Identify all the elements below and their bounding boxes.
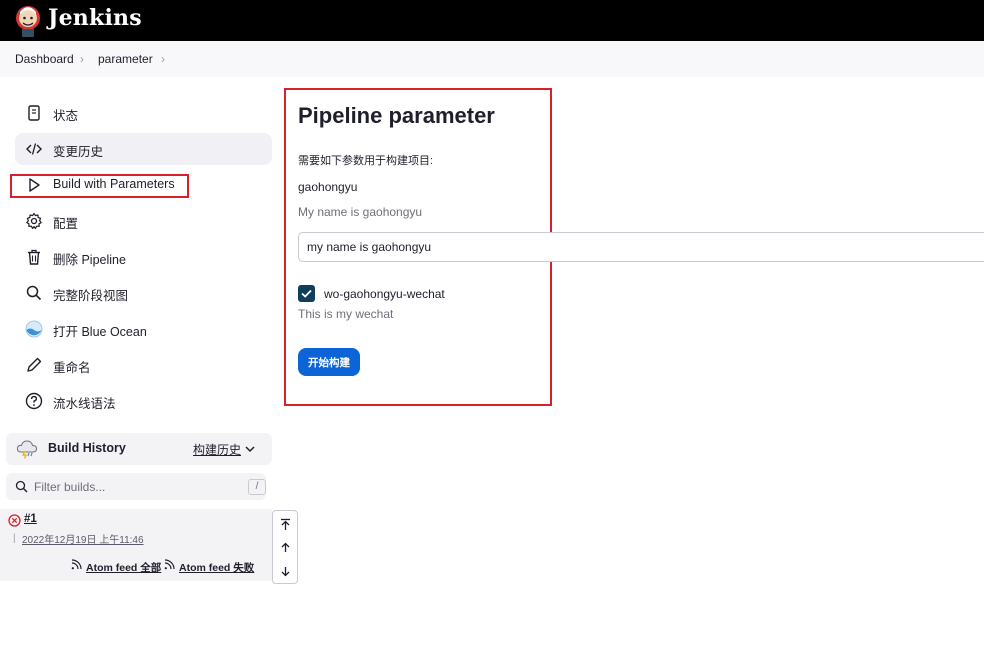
brand-name[interactable]: Jenkins — [48, 5, 142, 31]
sidebar-item-rename[interactable]: 重命名 — [15, 349, 272, 381]
trash-icon — [28, 249, 40, 265]
breadcrumb-parameter[interactable]: parameter — [98, 52, 153, 66]
filter-shortcut-key: / — [248, 479, 266, 495]
sidebar-item-label: 删除 Pipeline — [53, 253, 126, 267]
scroll-to-top-button[interactable] — [273, 512, 297, 536]
build-history-header: Build History 构建历史 — [6, 433, 272, 465]
build-history-link[interactable]: 构建历史 — [193, 441, 241, 458]
sidebar-item-configure[interactable]: 配置 — [15, 205, 272, 237]
jenkins-logo-icon[interactable] — [14, 3, 42, 37]
boolean-parameter-label[interactable]: wo-gaohongyu-wechat — [324, 287, 445, 301]
scroll-up-button[interactable] — [273, 535, 297, 559]
pencil-icon — [27, 357, 42, 372]
build-divider: | — [13, 533, 16, 544]
page-title: Pipeline parameter — [298, 103, 495, 128]
build-history-list: #1 | 2022年12月19日 上午11:46 Atom feed 全部 At… — [0, 509, 272, 581]
sidebar-item-full-stage-view[interactable]: 完整阶段视图 — [15, 277, 272, 309]
sidebar-item-changes[interactable]: 变更历史 — [15, 133, 272, 165]
search-icon — [15, 480, 28, 493]
sidebar-item-status[interactable]: 状态 — [15, 97, 272, 129]
chevron-down-icon[interactable] — [244, 443, 256, 455]
checkmark-icon — [301, 289, 312, 298]
sidebar-item-label: 打开 Blue Ocean — [53, 325, 147, 339]
weather-storm-icon — [16, 440, 38, 459]
sidebar-item-label: 流水线语法 — [53, 397, 116, 411]
boolean-parameter-description: This is my wechat — [298, 307, 394, 321]
rss-icon — [164, 559, 175, 570]
breadcrumb-separator-icon: › — [80, 52, 84, 66]
failed-status-icon — [8, 514, 21, 527]
breadcrumb: Dashboard › parameter › — [0, 41, 984, 77]
sidebar-item-delete-pipeline[interactable]: 删除 Pipeline — [15, 241, 272, 273]
history-scroll-controls — [272, 510, 298, 584]
string-parameter-name: gaohongyu — [298, 180, 358, 194]
document-icon — [28, 105, 40, 121]
atom-feed-failed-link[interactable]: Atom feed 失败 — [179, 560, 254, 575]
gear-icon — [26, 212, 42, 229]
arrow-down-icon — [281, 566, 289, 576]
sidebar-item-open-blue-ocean[interactable]: 打开 Blue Ocean — [15, 313, 272, 345]
build-date-link[interactable]: 2022年12月19日 上午11:46 — [22, 531, 144, 546]
parameters-description: 需要如下参数用于构建项目: — [298, 155, 434, 167]
code-icon — [26, 143, 42, 155]
blue-ocean-icon — [25, 320, 43, 338]
sidebar-item-label: 完整阶段视图 — [53, 289, 129, 303]
filter-builds-input[interactable] — [34, 478, 234, 496]
rss-icon — [71, 559, 82, 570]
top-header: Jenkins — [0, 0, 984, 41]
string-parameter-description: My name is gaohongyu — [298, 205, 423, 219]
scroll-down-button[interactable] — [273, 559, 297, 583]
start-build-button[interactable]: 开始构建 — [298, 348, 360, 376]
arrow-up-icon — [281, 542, 289, 552]
arrow-to-top-icon — [280, 518, 290, 530]
build-number-link[interactable]: #1 — [24, 513, 37, 525]
sidebar-item-label: 重命名 — [53, 361, 91, 375]
atom-feed-all-link[interactable]: Atom feed 全部 — [86, 560, 161, 575]
string-parameter-input[interactable] — [298, 232, 984, 262]
sidebar-item-pipeline-syntax[interactable]: 流水线语法 — [15, 385, 272, 417]
sidebar-item-label: 变更历史 — [53, 145, 104, 159]
help-icon — [25, 392, 43, 410]
boolean-parameter-checkbox[interactable] — [298, 285, 315, 302]
highlight-annotation — [10, 174, 189, 198]
filter-builds: / — [6, 473, 266, 500]
breadcrumb-dashboard[interactable]: Dashboard — [15, 52, 74, 66]
sidebar-item-label: 状态 — [53, 109, 79, 123]
search-icon — [26, 285, 42, 301]
build-history-title: Build History — [48, 441, 126, 455]
breadcrumb-separator-icon[interactable]: › — [161, 52, 165, 66]
sidebar-item-label: 配置 — [53, 217, 79, 231]
